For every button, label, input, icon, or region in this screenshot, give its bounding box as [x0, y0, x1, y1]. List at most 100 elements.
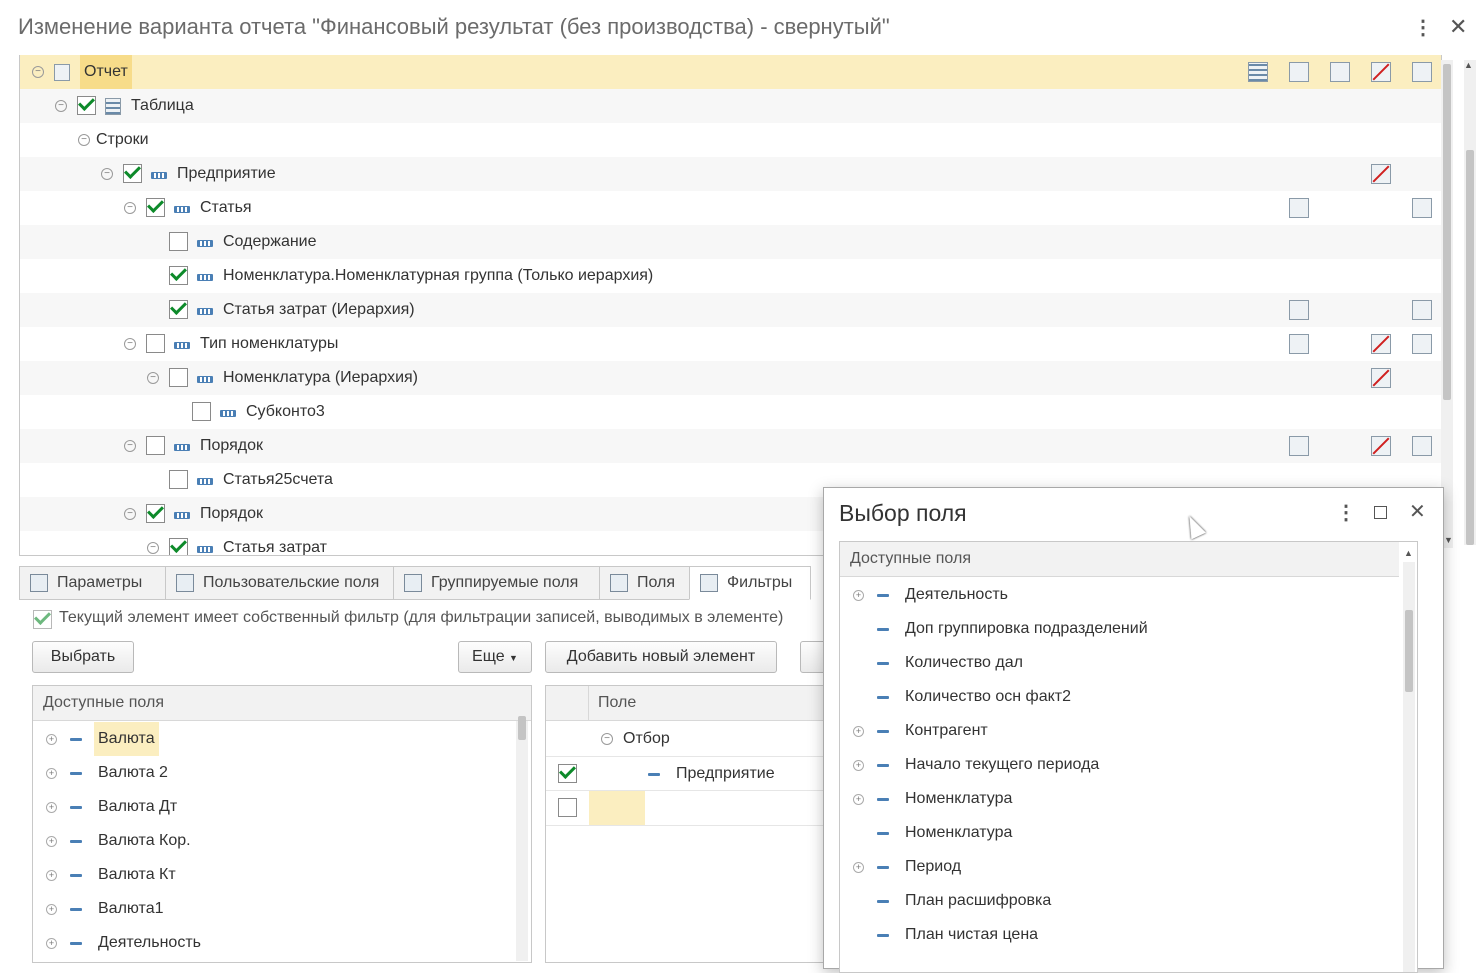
dialog-field-row[interactable]: Номенклатура	[840, 816, 1397, 850]
dialog-field-row[interactable]: Доп группировка подразделений	[840, 612, 1397, 646]
tab-user-fields[interactable]: Пользовательские поля	[165, 566, 395, 600]
dialog-field-row[interactable]: Количество дал	[840, 646, 1397, 680]
settings-icon[interactable]	[1412, 436, 1432, 456]
collapse-icon[interactable]: −	[601, 733, 613, 745]
structure-icon[interactable]	[1248, 62, 1268, 82]
dialog-field-row[interactable]: + Деятельность	[840, 578, 1397, 612]
settings-icon[interactable]	[1412, 334, 1432, 354]
select-button[interactable]: Выбрать	[32, 641, 134, 673]
tree-row[interactable]: − Тип номенклатуры	[20, 327, 1441, 361]
tab-fields[interactable]: Поля	[599, 566, 691, 600]
expand-icon[interactable]: +	[46, 904, 57, 915]
tab-parameters[interactable]: Параметры	[19, 566, 167, 600]
expand-icon[interactable]: +	[853, 760, 864, 771]
available-field-row[interactable]: + Валюта Кор.	[33, 824, 531, 858]
tree-row[interactable]: Содержание	[20, 225, 1441, 259]
tree-row-checkbox[interactable]	[77, 96, 96, 115]
tree-scrollbar-thumb[interactable]	[1443, 64, 1451, 400]
available-field-row[interactable]: + Валюта 2	[33, 756, 531, 790]
available-field-row[interactable]: + Валюта1	[33, 892, 531, 926]
filter-item-row[interactable]: Предприятие	[546, 756, 846, 791]
settings-icon[interactable]	[1412, 300, 1432, 320]
filter-icon[interactable]	[1289, 334, 1309, 354]
dialog-field-row[interactable]: Количество осн факт2	[840, 680, 1397, 714]
expand-icon[interactable]: +	[46, 870, 57, 881]
scroll-up-icon[interactable]: ▲	[1464, 60, 1473, 70]
available-field-row[interactable]: + Деятельность	[33, 926, 531, 960]
expand-icon[interactable]: +	[46, 836, 57, 847]
tree-row-checkbox[interactable]	[192, 402, 211, 421]
filter-icon[interactable]	[1289, 62, 1309, 82]
dialog-scroll-up-icon[interactable]: ▲	[1404, 548, 1413, 558]
tree-row-checkbox[interactable]	[146, 334, 165, 353]
close-window-icon[interactable]: ✕	[1449, 16, 1467, 38]
tree-row[interactable]: − Строки	[20, 123, 1441, 157]
tree-row-checkbox[interactable]	[146, 504, 165, 523]
tab-filter[interactable]: Фильтры	[689, 566, 811, 600]
expand-icon[interactable]: +	[853, 862, 864, 873]
collapse-icon[interactable]: −	[147, 542, 159, 554]
tree-row-checkbox[interactable]	[146, 198, 165, 217]
dialog-close-icon[interactable]: ✕	[1409, 502, 1426, 522]
collapse-icon[interactable]: −	[101, 168, 113, 180]
collapse-icon[interactable]: −	[78, 134, 90, 146]
tree-row-checkbox[interactable]	[169, 538, 188, 555]
dialog-field-row[interactable]: + Период	[840, 850, 1397, 884]
tree-row[interactable]: Субконто3	[20, 395, 1441, 429]
report-structure-tree[interactable]: − Отчет − Таблица − Строки − Предприятие − Статья…	[19, 55, 1442, 556]
collapse-icon[interactable]: −	[147, 372, 159, 384]
expand-icon[interactable]: +	[853, 590, 864, 601]
dialog-more-menu-icon[interactable]: ⋮	[1336, 503, 1356, 523]
tab-grouped-fields[interactable]: Группируемые поля	[393, 566, 601, 600]
tree-row[interactable]: − Отчет	[20, 55, 1441, 89]
collapse-icon[interactable]: −	[124, 508, 136, 520]
dialog-field-row[interactable]: + Начало текущего периода	[840, 748, 1397, 782]
filter-icon[interactable]	[1289, 300, 1309, 320]
tree-row[interactable]: − Номенклатура (Иерархия)	[20, 361, 1441, 395]
available-fields-scrollbar-thumb[interactable]	[518, 716, 526, 740]
tree-row-checkbox[interactable]	[169, 266, 188, 285]
filter-icon[interactable]	[1289, 198, 1309, 218]
collapse-icon[interactable]: −	[55, 100, 67, 112]
tree-row[interactable]: − Таблица	[20, 89, 1441, 123]
filter-new-checkbox[interactable]	[558, 798, 577, 817]
page-scrollbar-thumb[interactable]	[1466, 150, 1474, 545]
tree-row-checkbox[interactable]	[169, 470, 188, 489]
dialog-field-row[interactable]: + Номенклатура	[840, 782, 1397, 816]
tree-row-checkbox[interactable]	[169, 368, 188, 387]
filter-new-row[interactable]	[546, 790, 846, 826]
own-filter-checkbox[interactable]	[33, 610, 52, 629]
filter-new-field-cell[interactable]	[589, 791, 645, 825]
more-menu-icon[interactable]: ⋮	[1413, 18, 1433, 38]
expand-icon[interactable]: +	[46, 938, 57, 949]
filter-item-checkbox[interactable]	[558, 764, 577, 783]
tree-row[interactable]: Номенклатура.Номенклатурная группа (Толь…	[20, 259, 1441, 293]
settings-icon[interactable]	[1412, 62, 1432, 82]
available-field-row[interactable]: + Валюта	[33, 722, 531, 756]
available-fields-scrollbar[interactable]	[516, 721, 528, 961]
tree-row-checkbox[interactable]	[123, 164, 142, 183]
tree-row[interactable]: − Статья	[20, 191, 1441, 225]
maximize-icon[interactable]	[1374, 506, 1387, 519]
filter-root-row[interactable]: − Отбор	[546, 722, 846, 756]
expand-icon[interactable]: +	[853, 726, 864, 737]
tree-row-checkbox[interactable]	[146, 436, 165, 455]
add-new-element-button[interactable]: Добавить новый элемент	[545, 641, 777, 673]
tree-row-checkbox[interactable]	[169, 300, 188, 319]
conditional-format-icon[interactable]	[1371, 368, 1391, 388]
expand-icon[interactable]: +	[46, 734, 57, 745]
expand-icon[interactable]: +	[46, 802, 57, 813]
available-field-row[interactable]: + Валюта Дт	[33, 790, 531, 824]
tree-row[interactable]: Статья затрат (Иерархия)	[20, 293, 1441, 327]
collapse-icon[interactable]: −	[124, 338, 136, 350]
collapse-icon[interactable]: −	[124, 202, 136, 214]
tree-row-checkbox[interactable]	[169, 232, 188, 251]
dialog-field-row[interactable]: + Контрагент	[840, 714, 1397, 748]
conditional-format-icon[interactable]	[1371, 436, 1391, 456]
conditional-format-icon[interactable]	[1371, 334, 1391, 354]
conditional-format-icon[interactable]	[1371, 164, 1391, 184]
scroll-down-icon[interactable]: ▼	[1444, 535, 1453, 545]
more-button[interactable]: Еще ▼	[458, 641, 532, 673]
collapse-icon[interactable]: −	[32, 66, 44, 78]
expand-icon[interactable]: +	[46, 768, 57, 779]
